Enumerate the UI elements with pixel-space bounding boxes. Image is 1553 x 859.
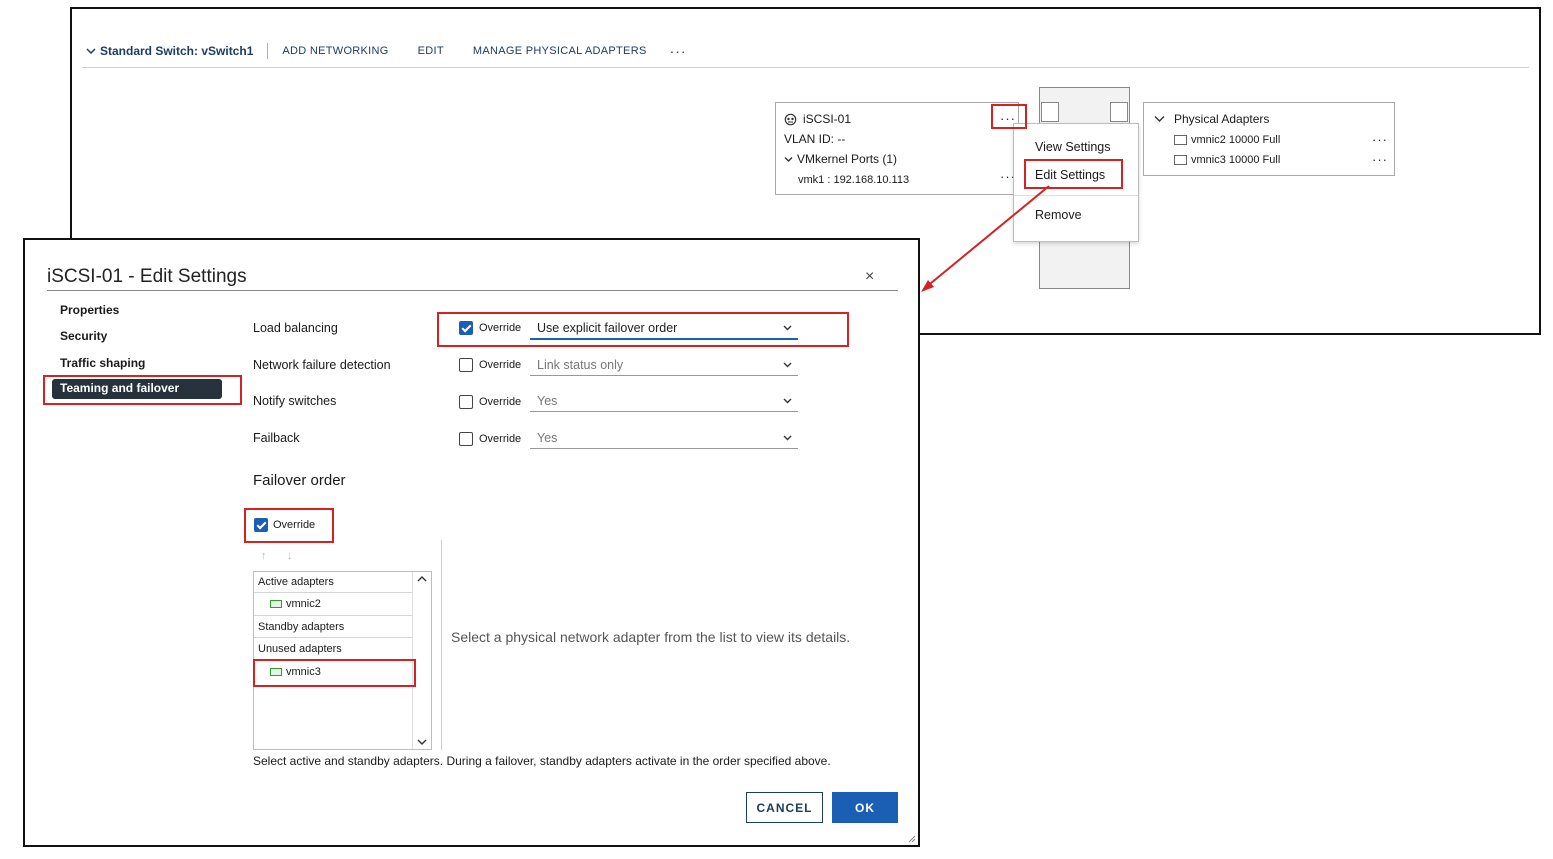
notify-switches-override-checkbox[interactable] (459, 395, 473, 409)
network-failure-detection-label: Network failure detection (253, 358, 391, 372)
adapter-detail-message: Select a physical network adapter from t… (451, 629, 851, 645)
resize-grip-icon[interactable] (908, 835, 916, 843)
list-divider (254, 637, 413, 638)
add-networking-link[interactable]: ADD NETWORKING (282, 45, 388, 57)
nav-item-security[interactable]: Security (60, 329, 107, 343)
select-value: Yes (537, 394, 558, 408)
chevron-down-icon (783, 362, 792, 368)
dialog-title: iSCSI-01 - Edit Settings (47, 266, 247, 287)
chevron-down-icon[interactable] (86, 47, 96, 55)
chevron-down-icon (783, 398, 792, 404)
chevron-down-icon[interactable] (417, 739, 427, 746)
list-divider (254, 659, 413, 660)
active-adapters-header: Active adapters (258, 576, 334, 588)
physical-adapter-row[interactable]: vmnic3 10000 Full (1174, 154, 1280, 166)
adapter-more-icon[interactable]: ··· (1372, 132, 1388, 147)
nav-item-traffic-shaping[interactable]: Traffic shaping (60, 356, 145, 370)
chevron-down-icon[interactable] (784, 156, 793, 163)
override-label: Override (479, 322, 522, 334)
edit-link[interactable]: EDIT (418, 45, 444, 57)
more-actions-icon[interactable]: ··· (670, 43, 687, 59)
standby-adapters-header: Standby adapters (258, 621, 345, 633)
physical-adapters-title: Physical Adapters (1174, 112, 1270, 126)
failover-adapter-list: Active adapters vmnic2 Standby adapters … (253, 571, 432, 750)
network-adapter-icon (1174, 135, 1187, 145)
network-failure-detection-select[interactable]: Link status only (530, 355, 798, 376)
manage-physical-adapters-link[interactable]: MANAGE PHYSICAL ADAPTERS (473, 45, 647, 57)
vswitch-title: Standard Switch: vSwitch1 (100, 44, 254, 58)
list-scrollbar[interactable] (412, 572, 431, 749)
switch-notch-left (1041, 102, 1059, 122)
port-group-name: iSCSI-01 (803, 112, 852, 126)
menu-item-view-settings[interactable]: View Settings (1035, 140, 1111, 154)
failover-order-title: Failover order (253, 472, 346, 489)
override-label: Override (273, 519, 316, 531)
adapter-name: vmnic3 (286, 666, 321, 678)
failback-label: Failback (253, 431, 300, 445)
select-value: Use explicit failover order (537, 321, 678, 335)
vswitch-header: Standard Switch: vSwitch1 ADD NETWORKING… (86, 43, 687, 59)
notify-switches-select[interactable]: Yes (530, 391, 798, 412)
physical-adapter-label: vmnic3 10000 Full (1191, 154, 1281, 166)
vmk-address: vmk1 : 192.168.10.113 (798, 174, 910, 186)
network-adapter-icon (1174, 155, 1187, 165)
network-adapter-icon (270, 668, 282, 676)
chevron-down-icon[interactable] (1154, 115, 1165, 123)
failback-override-checkbox[interactable] (459, 432, 473, 446)
close-icon[interactable]: × (865, 268, 874, 286)
override-label: Override (479, 433, 522, 445)
physical-adapter-label: vmnic2 10000 Full (1191, 134, 1281, 146)
failover-override-checkbox[interactable] (254, 518, 268, 532)
move-down-icon[interactable]: ↓ (287, 550, 293, 562)
detail-divider (441, 540, 442, 750)
list-item-vmnic3[interactable]: vmnic3 (270, 666, 321, 678)
move-up-icon[interactable]: ↑ (261, 550, 267, 562)
failover-footnote: Select active and standby adapters. Duri… (253, 754, 831, 768)
list-item-vmnic2[interactable]: vmnic2 (270, 598, 321, 610)
select-value: Link status only (537, 358, 624, 372)
override-label: Override (479, 396, 522, 408)
adapter-name: vmnic2 (286, 598, 321, 610)
chevron-up-icon[interactable] (417, 575, 427, 582)
vmkernel-ports-label: VMkernel Ports (1) (797, 152, 898, 166)
edit-settings-dialog: iSCSI-01 - Edit Settings × Properties Se… (23, 238, 920, 847)
load-balancing-label: Load balancing (253, 321, 338, 335)
load-balancing-select[interactable]: Use explicit failover order (530, 318, 798, 340)
callout-arrow-icon (921, 185, 1050, 292)
list-divider (254, 615, 413, 616)
failure-detection-override-checkbox[interactable] (459, 358, 473, 372)
nav-item-properties[interactable]: Properties (60, 303, 119, 317)
switch-notch-right (1110, 102, 1128, 122)
load-balancing-override-checkbox[interactable] (459, 321, 473, 335)
physical-adapter-row[interactable]: vmnic2 10000 Full (1174, 134, 1280, 146)
header-divider (267, 43, 269, 59)
nav-item-teaming-and-failover[interactable]: Teaming and failover (52, 379, 222, 399)
physical-adapters-card: Physical Adapters vmnic2 10000 Full ··· … (1143, 102, 1395, 176)
chevron-down-icon (783, 325, 792, 331)
unused-adapters-header: Unused adapters (258, 643, 342, 655)
vlan-id: VLAN ID: -- (784, 132, 846, 146)
port-group-icon (784, 113, 797, 126)
header-rule (82, 67, 1529, 68)
notify-switches-label: Notify switches (253, 394, 337, 408)
list-divider (254, 592, 413, 593)
override-label: Override (479, 359, 522, 371)
adapter-more-icon[interactable]: ··· (1372, 152, 1388, 167)
network-adapter-icon (270, 600, 282, 608)
select-value: Yes (537, 431, 558, 445)
failback-select[interactable]: Yes (530, 428, 798, 449)
cancel-button[interactable]: CANCEL (746, 792, 823, 823)
ok-button[interactable]: OK (832, 792, 898, 823)
chevron-down-icon (783, 435, 792, 441)
dialog-title-rule (47, 290, 898, 291)
